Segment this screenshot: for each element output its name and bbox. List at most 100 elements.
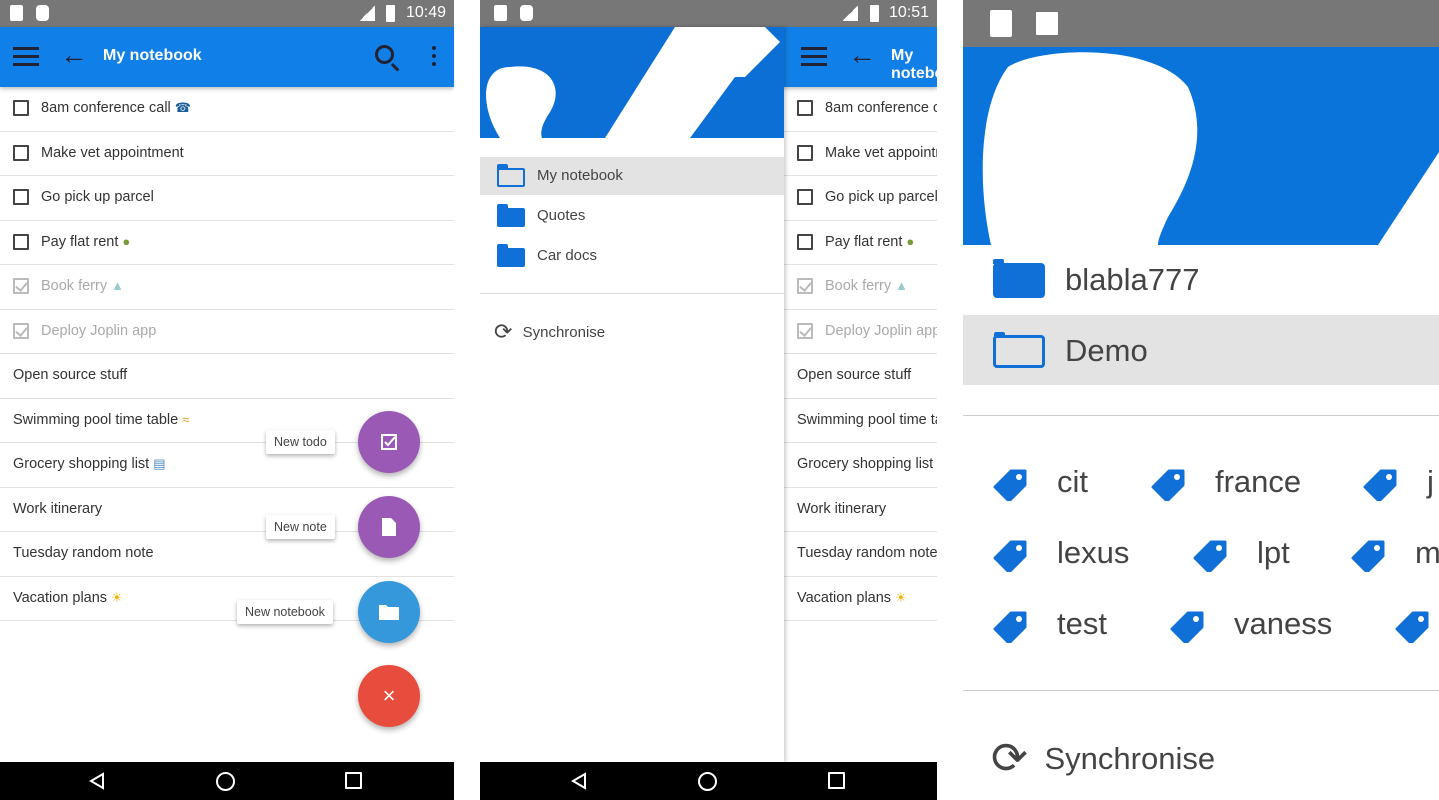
checkbox[interactable]: [13, 189, 29, 205]
new-note-button[interactable]: [358, 496, 420, 558]
tag-row: test vaness: [963, 601, 1439, 651]
tag-icon: [1363, 469, 1397, 501]
note-title: Pay flat rent ●: [825, 234, 914, 250]
screen-note-list: 10:49 ← My notebook 8am conference call ☎…: [0, 0, 454, 800]
checkbox[interactable]: [797, 100, 813, 116]
new-note-label[interactable]: New note: [266, 515, 335, 539]
synchronise-label: Synchronise: [1044, 740, 1216, 776]
checkbox[interactable]: [797, 233, 813, 250]
new-todo-label[interactable]: New todo: [266, 430, 335, 454]
note-title: Go pick up parcel: [41, 189, 154, 205]
tag-label: lpt: [1257, 535, 1290, 570]
note-list-item[interactable]: 8am conference call☎: [0, 87, 454, 132]
battery-icon: [386, 5, 395, 22]
notebook-label: My notebook: [537, 167, 623, 184]
money-emoji-icon: ●: [906, 233, 915, 249]
sd-card-icon: [10, 5, 23, 21]
note-title-text: Pay flat rent: [825, 233, 903, 250]
note-title-text: Grocery shopping list: [797, 456, 934, 472]
note-list-item[interactable]: Open source stuff: [0, 354, 454, 399]
note-title: Swimming pool time table≈: [797, 412, 937, 428]
back-arrow-icon[interactable]: ←: [848, 41, 876, 69]
folder-icon: [497, 204, 525, 227]
note-list-item[interactable]: 8am conference call☎: [784, 87, 937, 132]
note-title-text: Work itinerary: [797, 500, 887, 517]
tag-icon: [993, 540, 1027, 572]
note-list-item[interactable]: Grocery shopping list▤: [784, 443, 937, 488]
sd-card-icon: [990, 10, 1012, 37]
note-list-item[interactable]: Pay flat rent ●: [0, 221, 454, 265]
note-list-item[interactable]: Go pick up parcel: [0, 176, 454, 221]
status-bar: 10:51: [480, 0, 937, 27]
synchronise-button[interactable]: ⟳ Synchronise: [991, 733, 1215, 784]
drawer-notebook-my-notebook[interactable]: My notebook: [480, 157, 784, 195]
note-title: Open source stuff: [13, 367, 127, 383]
nav-recents-icon[interactable]: [828, 772, 845, 789]
tag-icon: [993, 469, 1027, 501]
note-title: Vacation plans ☀: [13, 590, 123, 606]
drawer-notebook-demo[interactable]: Demo: [963, 315, 1439, 385]
note-title: Grocery shopping list▤: [13, 456, 166, 472]
note-list-item[interactable]: Tuesday random note: [784, 532, 937, 577]
tag-icon: [1351, 540, 1385, 572]
drawer-notebook-quotes[interactable]: Quotes: [480, 197, 784, 235]
note-list-item[interactable]: Deploy Joplin app: [0, 310, 454, 354]
checkbox-checked[interactable]: [797, 322, 813, 339]
note-list-item[interactable]: Vacation plans ☀: [784, 577, 937, 621]
close-icon: ×: [382, 683, 396, 708]
note-title-text: Vacation plans: [797, 589, 892, 606]
more-options-icon[interactable]: [432, 46, 436, 50]
note-list-item[interactable]: Go pick up parcel: [784, 176, 937, 221]
menu-icon[interactable]: [801, 47, 827, 66]
checkbox-checked[interactable]: [13, 322, 29, 339]
menu-icon[interactable]: [13, 47, 39, 66]
checkbox[interactable]: [797, 144, 813, 161]
checkbox[interactable]: [13, 144, 29, 161]
nav-back-icon[interactable]: [570, 772, 588, 790]
tag-label: m: [1415, 535, 1439, 570]
note-title-text: Go pick up parcel: [41, 189, 154, 205]
checkbox-checked[interactable]: [13, 278, 29, 294]
back-arrow-icon[interactable]: ←: [60, 41, 88, 69]
tag-icon: [1395, 611, 1429, 643]
note-title-text: Grocery shopping list: [13, 456, 150, 472]
close-fab-button[interactable]: ×: [358, 665, 420, 727]
drawer-notebook-car-docs[interactable]: Car docs: [480, 237, 784, 275]
note-list-item[interactable]: Swimming pool time table≈: [784, 399, 937, 443]
signal-icon: [359, 6, 375, 21]
checkbox[interactable]: [13, 100, 29, 116]
new-notebook-label[interactable]: New notebook: [237, 600, 333, 624]
checkbox-checked[interactable]: [797, 278, 813, 294]
note-list-item[interactable]: Deploy Joplin app: [784, 310, 937, 354]
note-title: 8am conference call☎: [825, 100, 937, 116]
note-list-item[interactable]: Make vet appointment: [0, 132, 454, 176]
note-list-item[interactable]: Book ferry ▲: [0, 265, 454, 310]
new-todo-button[interactable]: [358, 411, 420, 473]
note-title: Deploy Joplin app: [825, 323, 937, 339]
note-title: Book ferry ▲: [41, 278, 124, 294]
note-title-text: Go pick up parcel: [825, 189, 937, 205]
tag-row: lexus lpt m: [963, 530, 1439, 580]
note-list-item[interactable]: Work itinerary: [784, 488, 937, 532]
nav-home-icon[interactable]: [216, 772, 235, 791]
page-title: My notebook: [891, 47, 937, 82]
note-list-item[interactable]: Open source stuff: [784, 354, 937, 399]
drawer-notebook-blabla777[interactable]: blabla777: [963, 245, 1439, 315]
note-title: Work itinerary: [797, 501, 886, 517]
notebook-label: blabla777: [1065, 262, 1200, 297]
nav-recents-icon[interactable]: [345, 772, 362, 789]
nav-back-icon[interactable]: [88, 772, 106, 790]
checkbox[interactable]: [13, 233, 29, 250]
note-list-item[interactable]: Pay flat rent ●: [784, 221, 937, 265]
search-icon[interactable]: [375, 45, 394, 64]
new-notebook-button[interactable]: [358, 581, 420, 643]
checkbox[interactable]: [797, 189, 813, 205]
note-title-text: Book ferry: [41, 278, 108, 294]
note-list-item[interactable]: Make vet appointment: [784, 132, 937, 176]
note-list-item[interactable]: Book ferry ▲: [784, 265, 937, 310]
navigation-bar: [480, 762, 937, 800]
synchronise-button[interactable]: ⟳ Synchronise: [494, 319, 605, 345]
nav-home-icon[interactable]: [698, 772, 717, 791]
note-title: Grocery shopping list▤: [797, 456, 937, 472]
tag-label: lexus: [1057, 535, 1130, 570]
